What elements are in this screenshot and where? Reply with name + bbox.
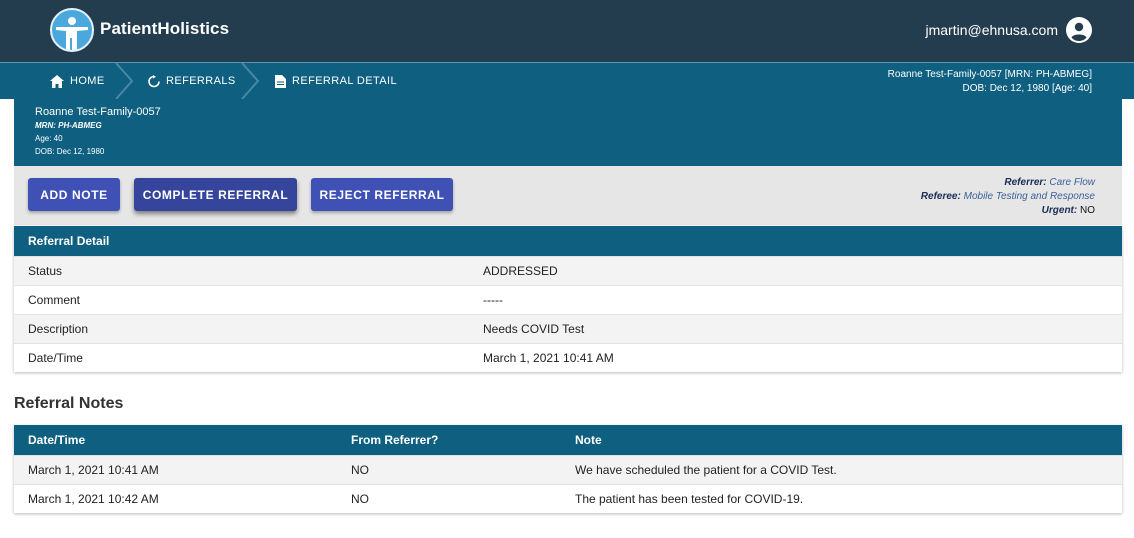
- referrer-label: Referrer:: [1004, 177, 1047, 188]
- refresh-icon: [148, 74, 160, 87]
- referrer-info: Referrer: Care Flow: [1004, 177, 1095, 188]
- detail-row-description: Description Needs COVID Test: [14, 314, 1122, 343]
- nav-patient-summary: Roanne Test-Family-0057 [MRN: PH-ABMEG] …: [888, 68, 1092, 96]
- notes-header-row: Date/Time From Referrer? Note: [14, 425, 1122, 455]
- detail-row-status: Status ADDRESSED: [14, 256, 1122, 285]
- document-icon: [275, 74, 286, 88]
- detail-value: Needs COVID Test: [483, 322, 585, 336]
- note-datetime: March 1, 2021 10:41 AM: [28, 463, 159, 477]
- referral-notes-title: Referral Notes: [14, 395, 124, 412]
- detail-label: Status: [28, 264, 63, 278]
- detail-value: March 1, 2021 10:41 AM: [483, 351, 614, 365]
- logo-icon[interactable]: [50, 8, 94, 52]
- action-bar: ADD NOTE COMPLETE REFERRAL REJECT REFERR…: [14, 166, 1122, 225]
- column-header-datetime[interactable]: Date/Time: [28, 433, 85, 447]
- urgent-value: NO: [1080, 205, 1095, 216]
- detail-label: Description: [28, 322, 89, 336]
- referral-detail-title: Referral Detail: [28, 234, 110, 248]
- patient-name: Roanne Test-Family-0057: [35, 106, 161, 118]
- detail-row-datetime: Date/Time March 1, 2021 10:41 AM: [14, 343, 1122, 372]
- nav-patient-line2: DOB: Dec 12, 1980 [Age: 40]: [962, 83, 1092, 94]
- breadcrumb: HOME REFERRALS REFERRAL DETAIL Roanne Te…: [0, 62, 1134, 99]
- detail-value: ADDRESSED: [483, 264, 558, 278]
- referee-label: Referee:: [920, 191, 961, 202]
- note-text: We have scheduled the patient for a COVI…: [575, 463, 837, 477]
- table-row[interactable]: March 1, 2021 10:42 AM NO The patient ha…: [14, 484, 1122, 513]
- breadcrumb-home[interactable]: HOME: [50, 63, 105, 99]
- referee-info: Referee: Mobile Testing and Response: [921, 191, 1095, 202]
- note-from-referrer: NO: [351, 463, 369, 477]
- breadcrumb-referrals-label: REFERRALS: [166, 75, 236, 87]
- detail-label: Date/Time: [28, 351, 83, 365]
- chevron-right-icon: [115, 63, 134, 99]
- referral-detail-header: Referral Detail: [14, 226, 1122, 256]
- note-from-referrer: NO: [351, 492, 369, 506]
- referral-detail-card: Referral Detail Status ADDRESSED Comment…: [14, 226, 1122, 372]
- table-row[interactable]: March 1, 2021 10:41 AM NO We have schedu…: [14, 455, 1122, 484]
- complete-referral-button[interactable]: COMPLETE REFERRAL: [134, 178, 297, 211]
- chevron-right-icon: [241, 63, 260, 99]
- detail-row-comment: Comment -----: [14, 285, 1122, 314]
- breadcrumb-home-label: HOME: [70, 75, 105, 87]
- brand-name: PatientHolistics: [100, 19, 230, 38]
- detail-label: Comment: [28, 293, 81, 307]
- reject-referral-button[interactable]: REJECT REFERRAL: [311, 178, 453, 211]
- urgent-label: Urgent:: [1041, 205, 1078, 216]
- urgent-info: Urgent: NO: [1042, 205, 1095, 216]
- note-text: The patient has been tested for COVID-19…: [575, 492, 804, 506]
- referrer-value: Care Flow: [1049, 177, 1095, 188]
- top-bar: PatientHolistics jmartin@ehnusa.com: [0, 0, 1134, 62]
- breadcrumb-referrals[interactable]: REFERRALS: [148, 63, 236, 99]
- referee-value: Mobile Testing and Response: [963, 191, 1095, 202]
- detail-value: -----: [483, 293, 503, 307]
- user-email[interactable]: jmartin@ehnusa.com: [926, 22, 1059, 38]
- patient-dob: DOB: Dec 12, 1980: [35, 147, 105, 156]
- nav-patient-line1: Roanne Test-Family-0057 [MRN: PH-ABMEG]: [887, 69, 1092, 80]
- column-header-note[interactable]: Note: [575, 433, 602, 447]
- add-note-button[interactable]: ADD NOTE: [28, 178, 120, 211]
- home-icon: [50, 74, 64, 88]
- account-icon[interactable]: [1066, 17, 1092, 43]
- breadcrumb-detail-label: REFERRAL DETAIL: [292, 75, 398, 87]
- note-datetime: March 1, 2021 10:42 AM: [28, 492, 159, 506]
- breadcrumb-referral-detail[interactable]: REFERRAL DETAIL: [275, 63, 397, 99]
- referral-notes-table: Date/Time From Referrer? Note March 1, 2…: [14, 425, 1122, 513]
- patient-banner: Roanne Test-Family-0057 MRN: PH-ABMEG Ag…: [14, 99, 1122, 166]
- patient-age: Age: 40: [35, 134, 63, 143]
- patient-mrn: MRN: PH-ABMEG: [35, 121, 102, 130]
- column-header-from-referrer[interactable]: From Referrer?: [351, 433, 438, 447]
